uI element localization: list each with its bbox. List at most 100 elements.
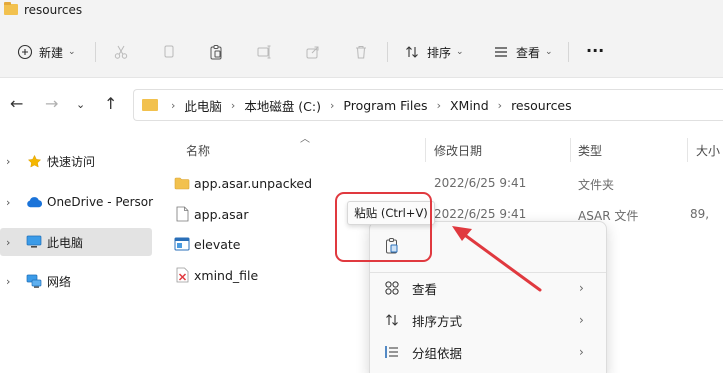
title-bar: resources: [0, 0, 723, 26]
copy-button[interactable]: [160, 40, 178, 64]
chevron-right-icon: ›: [579, 345, 584, 359]
chevron-right-icon[interactable]: ›: [6, 236, 10, 249]
chevron-right-icon: ›: [579, 281, 584, 295]
folder-icon: [174, 175, 190, 191]
sort-icon: [383, 311, 401, 329]
rename-button[interactable]: [255, 40, 273, 64]
menu-item-label: 分组依据: [412, 345, 463, 361]
recent-chevron-icon[interactable]: ⌄: [76, 98, 85, 111]
folder-icon: [142, 99, 158, 111]
delete-button[interactable]: [352, 40, 370, 64]
sidebar-item-this-pc[interactable]: › 此电脑: [0, 228, 152, 256]
context-menu: 查看 › 排序方式 › 分组依据 ›: [369, 221, 607, 373]
breadcrumb-item[interactable]: resources: [511, 98, 572, 113]
file-type: 文件夹: [578, 178, 615, 192]
sidebar-item-label: OneDrive - Persor: [47, 195, 154, 209]
column-header-name[interactable]: 名称: [186, 142, 210, 159]
chevron-right-icon[interactable]: ›: [6, 275, 10, 288]
sort-button[interactable]: 排序 ⌄: [403, 40, 464, 64]
command-bar: 新建 ⌄ 排序 ⌄ 查看 ⌄ ···: [0, 26, 723, 78]
more-icon: ···: [586, 40, 605, 60]
network-icon: [25, 272, 43, 290]
chevron-right-icon[interactable]: ›: [6, 155, 10, 168]
navigation-pane: › 快速访问 › OneDrive - Persor › 此电脑 › 网络: [0, 130, 160, 373]
sidebar-item-onedrive[interactable]: › OneDrive - Persor: [0, 188, 154, 216]
chevron-right-icon: ›: [436, 98, 441, 112]
column-header-type[interactable]: 类型: [578, 142, 602, 159]
chevron-down-icon: ⌄: [68, 47, 76, 57]
paste-tooltip: 粘贴 (Ctrl+V): [347, 201, 435, 225]
breadcrumb-item[interactable]: XMind: [450, 98, 489, 113]
column-header-size[interactable]: 大小: [696, 142, 720, 159]
copy-icon: [160, 43, 178, 61]
column-header-modified[interactable]: 修改日期: [434, 142, 482, 159]
breadcrumb-item[interactable]: Program Files: [343, 98, 427, 113]
list-view-icon: [492, 43, 510, 61]
sort-ascending-icon: ︿: [300, 134, 310, 145]
menu-item-sort-by[interactable]: 排序方式 ›: [370, 305, 606, 335]
view-button[interactable]: 查看 ⌄: [492, 40, 553, 64]
chevron-right-icon: ›: [171, 98, 176, 112]
cloud-icon: [25, 193, 43, 211]
app-icon: [174, 236, 190, 252]
sort-label: 排序: [427, 45, 452, 60]
grid-icon: [383, 279, 401, 297]
sidebar-item-network[interactable]: › 网络: [0, 267, 152, 295]
file-name: app.asar: [194, 207, 249, 222]
new-button[interactable]: 新建 ⌄: [16, 40, 76, 64]
clipboard-icon: [207, 43, 225, 61]
breadcrumb-item[interactable]: 此电脑: [184, 96, 222, 115]
navigation-bar: ← → ⌄ ↑ › 此电脑 › 本地磁盘 (C:) › Program File…: [0, 78, 723, 130]
sort-icon: [403, 43, 421, 61]
rename-icon: [255, 43, 273, 61]
column-divider[interactable]: [425, 138, 426, 162]
pc-icon: [25, 233, 43, 251]
cut-button[interactable]: [112, 40, 130, 64]
group-icon: [383, 343, 401, 361]
tooltip-text: 粘贴 (Ctrl+V): [354, 206, 428, 220]
divider: [568, 42, 569, 62]
file-icon: [174, 206, 190, 222]
chevron-right-icon[interactable]: ›: [6, 196, 10, 209]
file-name: app.asar.unpacked: [194, 176, 313, 191]
divider: [95, 42, 96, 62]
address-bar[interactable]: › 此电脑 › 本地磁盘 (C:) › Program Files › XMin…: [133, 89, 723, 121]
menu-item-label: 排序方式: [412, 313, 463, 329]
more-button[interactable]: ···: [586, 38, 604, 62]
window-title: resources: [24, 3, 83, 17]
chevron-down-icon: ⌄: [456, 47, 464, 57]
sidebar-item-label: 网络: [47, 274, 72, 289]
file-size: 89,: [690, 207, 710, 221]
plus-circle-icon: [16, 43, 34, 61]
sidebar-item-label: 快速访问: [47, 154, 96, 169]
menu-item-view[interactable]: 查看 ›: [370, 273, 606, 303]
file-date: 2022/6/25 9:41: [434, 176, 527, 190]
new-label: 新建: [39, 45, 64, 60]
view-label: 查看: [516, 45, 541, 60]
chevron-down-icon: ⌄: [545, 47, 553, 57]
divider: [387, 42, 388, 62]
forward-arrow-icon[interactable]: →: [45, 94, 58, 113]
menu-item-label: 查看: [412, 281, 438, 297]
paste-button[interactable]: [207, 40, 225, 64]
up-arrow-icon[interactable]: ↑: [104, 94, 117, 113]
file-name: xmind_file: [194, 268, 259, 283]
file-row[interactable]: app.asar.unpacked 2022/6/25 9:41 文件夹: [160, 168, 723, 198]
share-icon: [304, 43, 322, 61]
xmind-icon: [174, 267, 190, 283]
trash-icon: [352, 43, 370, 61]
file-date: 2022/6/25 9:41: [434, 207, 527, 221]
clipboard-icon: [383, 236, 401, 254]
column-divider[interactable]: [570, 138, 571, 162]
menu-item-group-by[interactable]: 分组依据 ›: [370, 337, 606, 367]
chevron-right-icon: ›: [579, 313, 584, 327]
breadcrumb-item[interactable]: 本地磁盘 (C:): [244, 96, 321, 115]
context-paste-button[interactable]: [376, 230, 424, 260]
chevron-right-icon: ›: [330, 98, 335, 112]
folder-icon: [4, 2, 18, 15]
column-divider[interactable]: [687, 138, 688, 162]
star-icon: [25, 152, 43, 170]
sidebar-item-quick-access[interactable]: › 快速访问: [0, 147, 152, 175]
share-button[interactable]: [304, 40, 322, 64]
back-arrow-icon[interactable]: ←: [10, 94, 23, 113]
